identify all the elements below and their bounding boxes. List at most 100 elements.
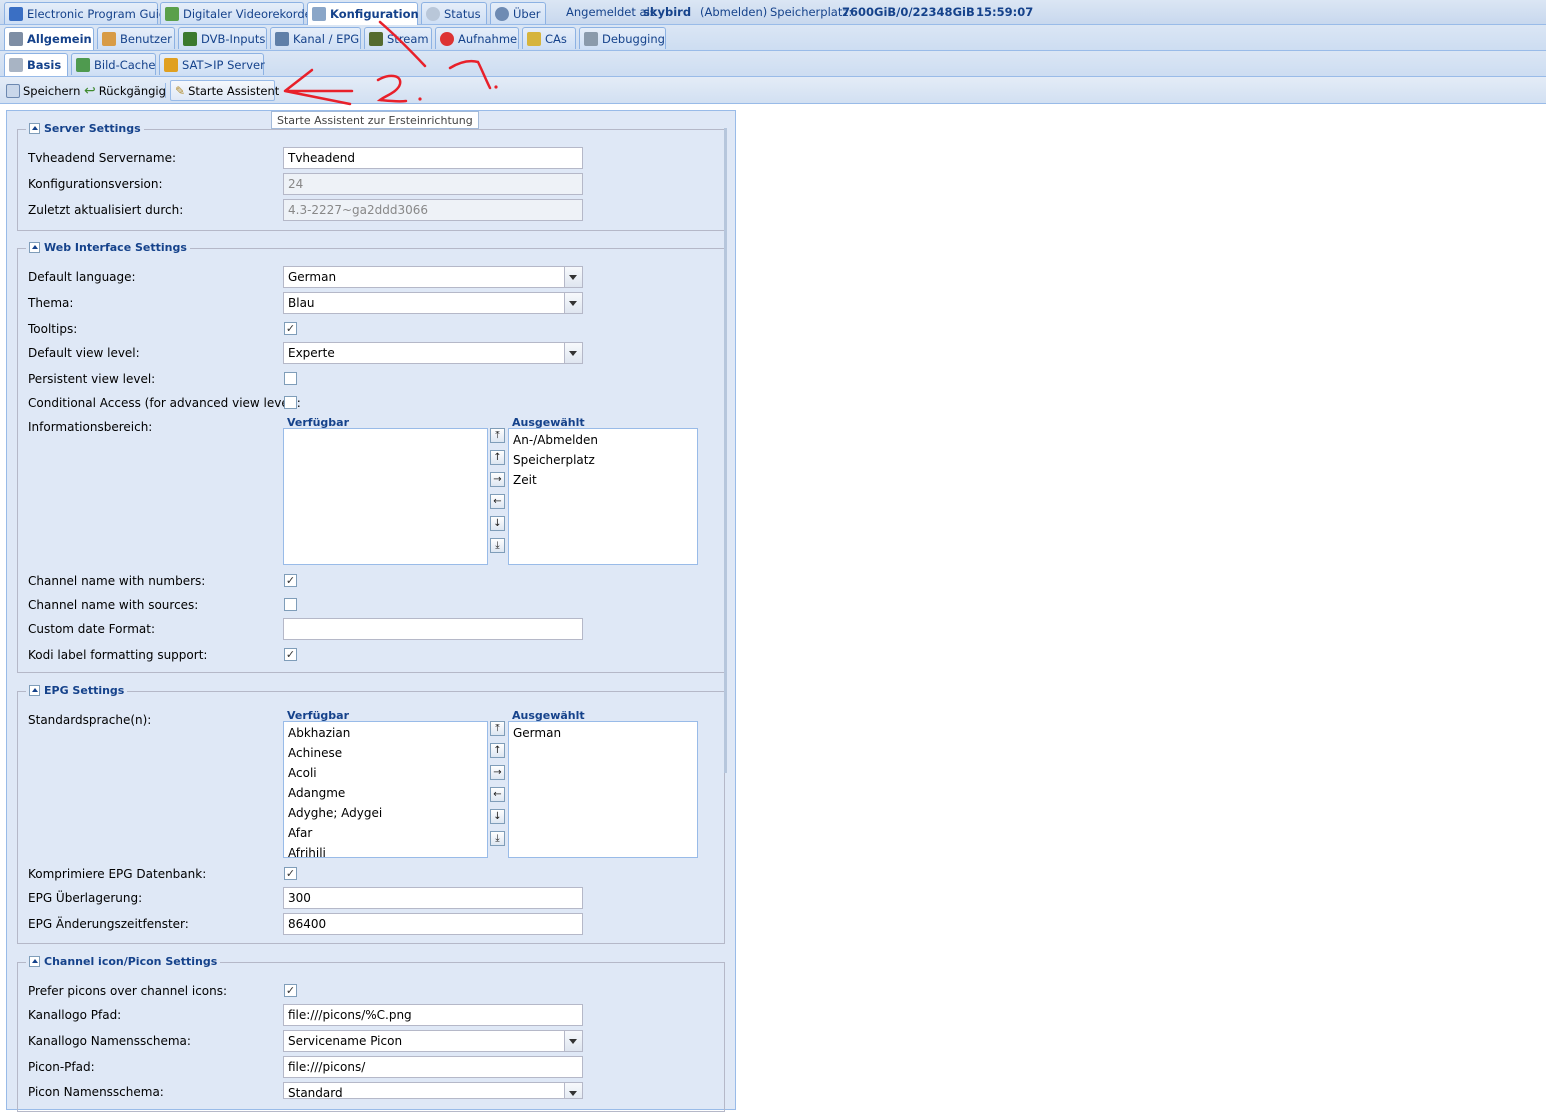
- logout-link[interactable]: (Abmelden): [700, 5, 767, 19]
- move-up-button[interactable]: ↑: [490, 743, 505, 758]
- persistent-checkbox[interactable]: [284, 372, 297, 385]
- tab-epg[interactable]: Electronic Program Guide: [4, 2, 173, 24]
- tab-debugging[interactable]: Debugging: [579, 27, 666, 49]
- piconpath-input[interactable]: file:///picons/: [283, 1056, 583, 1078]
- tab-basis[interactable]: Basis: [4, 53, 68, 76]
- remove-button[interactable]: ←: [490, 787, 505, 802]
- chevron-down-icon[interactable]: [564, 267, 582, 287]
- updated-by-label: Zuletzt aktualisiert durch:: [28, 203, 184, 217]
- tab-satip-server[interactable]: SAT>IP Server: [159, 53, 265, 75]
- tab-configuration[interactable]: Konfiguration: [307, 2, 419, 25]
- list-item[interactable]: Acoli: [288, 766, 317, 780]
- move-bottom-button[interactable]: ⤓: [490, 538, 505, 553]
- ca-label: Conditional Access (for advanced view le…: [28, 396, 301, 410]
- list-item[interactable]: Adyghe; Adygei: [288, 806, 382, 820]
- move-down-button[interactable]: ↓: [490, 809, 505, 824]
- save-icon: [6, 83, 20, 98]
- infoarea-selected-list[interactable]: An-/Abmelden Speicherplatz Zeit: [508, 428, 698, 565]
- theme-select[interactable]: Blau: [283, 292, 583, 314]
- language-select[interactable]: German: [283, 266, 583, 288]
- scrollbar[interactable]: [724, 128, 727, 773]
- logopath-input[interactable]: file:///picons/%C.png: [283, 1004, 583, 1026]
- undo-button[interactable]: ↩ Rückgängig: [80, 80, 170, 101]
- piconscheme-select[interactable]: Standard: [283, 1082, 583, 1099]
- select-value: Servicename Picon: [288, 1034, 403, 1048]
- tab-image-cache[interactable]: Bild-Cache: [71, 53, 156, 75]
- add-button[interactable]: →: [490, 472, 505, 487]
- ca-checkbox[interactable]: [284, 396, 297, 409]
- scheme-select[interactable]: Servicename Picon: [283, 1030, 583, 1052]
- chevron-down-icon[interactable]: [564, 1083, 582, 1098]
- card-icon: [183, 31, 197, 46]
- tab-recording[interactable]: Aufnahme: [435, 27, 519, 49]
- wrench-icon: [312, 7, 326, 21]
- infoarea-available-list[interactable]: [283, 428, 488, 565]
- move-top-button[interactable]: ⤒: [490, 428, 505, 443]
- start-wizard-button[interactable]: ✎ Starte Assistent: [170, 80, 279, 101]
- tab-label: Debugging: [602, 31, 665, 46]
- eye-icon: [426, 6, 440, 21]
- tab-about[interactable]: Über: [490, 2, 546, 24]
- tab-cas[interactable]: CAs: [522, 27, 576, 49]
- list-item[interactable]: Zeit: [513, 473, 537, 487]
- tv-icon: [275, 31, 289, 46]
- window-label: EPG Änderungszeitfenster:: [28, 917, 189, 931]
- collapse-icon[interactable]: [29, 685, 40, 696]
- overlap-input[interactable]: 300: [283, 887, 583, 909]
- remove-button[interactable]: ←: [490, 494, 505, 509]
- chevron-down-icon[interactable]: [564, 343, 582, 363]
- prefer-picons-checkbox[interactable]: ✓: [284, 984, 297, 997]
- web-settings-legend[interactable]: Web Interface Settings: [26, 241, 190, 254]
- epg-icon: [9, 6, 23, 21]
- tooltips-checkbox[interactable]: ✓: [284, 322, 297, 335]
- move-bottom-button[interactable]: ⤓: [490, 831, 505, 846]
- wand-icon: ✎: [175, 83, 186, 98]
- chevron-down-icon[interactable]: [564, 1031, 582, 1051]
- list-item[interactable]: Adangme: [288, 786, 345, 800]
- chsrc-checkbox[interactable]: [284, 598, 297, 611]
- tab-status[interactable]: Status: [421, 2, 487, 24]
- collapse-icon[interactable]: [29, 956, 40, 967]
- compress-checkbox[interactable]: ✓: [284, 867, 297, 880]
- kodi-checkbox[interactable]: ✓: [284, 648, 297, 661]
- legend-text: Channel icon/Picon Settings: [44, 955, 218, 968]
- tab-label: SAT>IP Server: [182, 57, 265, 72]
- window-input[interactable]: 86400: [283, 913, 583, 935]
- viewlevel-select[interactable]: Experte: [283, 342, 583, 364]
- tab-dvr[interactable]: Digitaler Videorekorder: [160, 2, 316, 24]
- sub-tab-bar: Basis Bild-Cache SAT>IP Server: [0, 51, 1546, 77]
- chnum-checkbox[interactable]: ✓: [284, 574, 297, 587]
- list-item[interactable]: Abkhazian: [288, 726, 350, 740]
- list-item[interactable]: Afrihili: [288, 846, 326, 857]
- picon-settings-legend[interactable]: Channel icon/Picon Settings: [26, 955, 221, 968]
- epg-settings-legend[interactable]: EPG Settings: [26, 684, 128, 697]
- move-down-button[interactable]: ↓: [490, 516, 505, 531]
- list-item[interactable]: Speicherplatz: [513, 453, 595, 467]
- list-item[interactable]: An-/Abmelden: [513, 433, 598, 447]
- save-button[interactable]: Speichern: [2, 80, 84, 101]
- kodi-label: Kodi label formatting support:: [28, 648, 208, 662]
- epg-available-list[interactable]: Abkhazian Achinese Acoli Adangme Adyghe;…: [283, 721, 488, 858]
- chevron-down-icon[interactable]: [564, 293, 582, 313]
- move-up-button[interactable]: ↑: [490, 450, 505, 465]
- tab-dvb-inputs[interactable]: DVB-Inputs: [178, 27, 267, 49]
- dateformat-input[interactable]: [283, 618, 583, 640]
- server-settings-legend[interactable]: Server Settings: [26, 122, 144, 135]
- tab-label: Kanal / EPG: [293, 31, 360, 46]
- tab-label: Aufnahme: [458, 31, 518, 46]
- save-label: Speichern: [23, 83, 81, 98]
- tab-stream[interactable]: Stream: [364, 27, 432, 49]
- move-top-button[interactable]: ⤒: [490, 721, 505, 736]
- epg-selected-list[interactable]: German: [508, 721, 698, 858]
- list-item[interactable]: German: [513, 726, 561, 740]
- tab-users[interactable]: Benutzer: [97, 27, 175, 49]
- tab-general[interactable]: Allgemein: [4, 27, 94, 50]
- list-item[interactable]: Achinese: [288, 746, 342, 760]
- collapse-icon[interactable]: [29, 123, 40, 134]
- servername-input[interactable]: Tvheadend: [283, 147, 583, 169]
- collapse-icon[interactable]: [29, 242, 40, 253]
- add-button[interactable]: →: [490, 765, 505, 780]
- config-tab-bar: Allgemein Benutzer DVB-Inputs Kanal / EP…: [0, 25, 1546, 51]
- list-item[interactable]: Afar: [288, 826, 312, 840]
- tab-channel-epg[interactable]: Kanal / EPG: [270, 27, 361, 49]
